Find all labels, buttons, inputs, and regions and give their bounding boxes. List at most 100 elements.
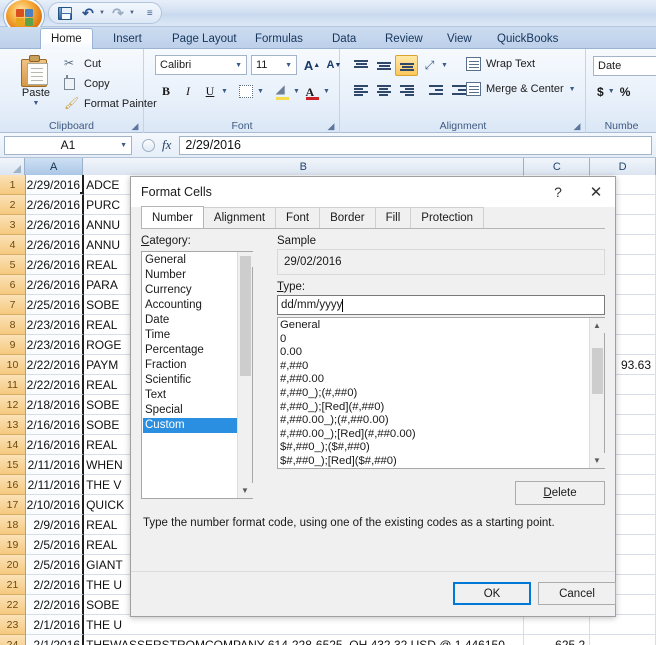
column-header-b[interactable]: B [83,158,525,175]
row-header[interactable]: 1 [0,175,26,195]
row-header[interactable]: 20 [0,555,26,575]
grid-cell-a[interactable]: 2/16/2016 [26,415,85,435]
scroll-down-icon[interactable]: ▼ [589,453,605,468]
merge-center-dropdown-icon[interactable]: ▼ [569,86,577,93]
type-item[interactable]: 0 [280,333,589,347]
grid-cell-a[interactable]: 2/26/2016 [26,195,85,215]
type-item[interactable]: #,##0.00_);[Red](#,##0.00) [280,428,589,442]
grid-cell-a[interactable]: 2/23/2016 [26,315,85,335]
cancel-button[interactable]: Cancel [538,582,616,605]
grid-cell-a[interactable]: 2/22/2016 [26,375,85,395]
category-item[interactable]: Accounting [143,298,237,313]
fill-color-dropdown-icon[interactable]: ▼ [293,88,301,95]
alignment-dialog-launcher-icon[interactable]: ◢ [572,121,582,131]
borders-button[interactable] [235,81,257,102]
cancel-formula-icon[interactable] [142,138,155,152]
wrap-text-button[interactable]: Wrap Text [466,57,535,71]
type-scrollbar[interactable]: ▲ ▼ [589,318,605,468]
align-bottom-button[interactable] [395,55,418,76]
redo-button[interactable]: ↷ [108,4,128,23]
grid-cell-a[interactable]: 2/5/2016 [26,535,85,555]
type-listbox[interactable]: General 0 0.00 #,##0 #,##0.00 #,##0_);(#,##0)… [277,317,605,469]
dialog-tab-fill[interactable]: Fill [374,207,412,228]
formula-input[interactable]: 2/29/2016 [179,135,652,155]
grid-cell-a[interactable]: 2/2/2016 [26,595,85,615]
category-item[interactable]: Scientific [143,373,237,388]
scroll-thumb[interactable] [591,348,603,394]
grid-cell-a[interactable]: 2/11/2016 [26,455,85,475]
bold-button[interactable]: B [155,81,177,102]
grid-cell-a[interactable]: 2/22/2016 [26,355,85,375]
grid-cell-a[interactable]: 2/26/2016 [26,215,85,235]
type-item[interactable]: #,##0_);[Red](#,##0) [280,401,589,415]
clipboard-dialog-launcher-icon[interactable]: ◢ [130,121,140,131]
category-item[interactable]: Number [143,268,237,283]
align-top-button[interactable] [349,55,372,76]
scroll-up-icon[interactable]: ▲ [589,318,605,333]
dialog-tab-alignment[interactable]: Alignment [202,207,277,228]
tab-home[interactable]: Home [40,28,93,49]
paste-dropdown-icon[interactable]: ▼ [33,100,40,107]
save-button[interactable] [55,4,75,23]
type-item[interactable]: $#,##0_);($#,##0) [280,441,589,455]
type-item[interactable]: 0.00 [280,346,589,360]
type-item[interactable]: #,##0.00 [280,373,589,387]
row-header[interactable]: 2 [0,195,26,215]
grid-cell-a[interactable]: 2/9/2016 [26,515,85,535]
tab-view[interactable]: View [437,29,482,49]
row-header[interactable]: 3 [0,215,26,235]
underline-button[interactable]: U [199,81,221,102]
orientation-button[interactable]: ⤢ [418,55,441,76]
row-header[interactable]: 14 [0,435,26,455]
type-item[interactable]: $#,##0_);[Red]($#,##0) [280,455,589,468]
fill-color-button[interactable] [271,81,293,102]
redo-dropdown-icon[interactable]: ▼ [129,10,135,16]
category-item[interactable]: Percentage [143,343,237,358]
ok-button[interactable]: OK [453,582,531,605]
paste-button[interactable]: Paste ▼ [10,53,62,115]
category-item[interactable]: Custom [143,418,237,433]
format-painter-button[interactable]: 🖌 Format Painter [64,94,157,113]
row-header[interactable]: 4 [0,235,26,255]
grid-cell-a[interactable]: 2/5/2016 [26,555,85,575]
grid-cell-a[interactable]: 2/25/2016 [26,295,85,315]
row-header[interactable]: 10 [0,355,26,375]
type-item[interactable]: #,##0_);(#,##0) [280,387,589,401]
category-item[interactable]: Date [143,313,237,328]
category-item[interactable]: Special [143,403,237,418]
delete-button[interactable]: Delete [515,481,605,505]
row-header[interactable]: 15 [0,455,26,475]
merge-center-button[interactable]: Merge & Center ▼ [466,82,577,96]
column-header-d[interactable]: D [590,158,656,175]
row-header[interactable]: 23 [0,615,26,635]
category-item[interactable]: General [143,253,237,268]
align-left-button[interactable] [349,80,372,101]
row-header[interactable]: 13 [0,415,26,435]
chevron-down-icon[interactable]: ▼ [120,142,127,149]
italic-button[interactable]: I [177,81,199,102]
grid-cell-a[interactable]: 2/26/2016 [26,255,85,275]
font-color-dropdown-icon[interactable]: ▼ [323,88,331,95]
column-header-a[interactable]: A [25,158,84,175]
type-input[interactable]: dd/mm/yyyy [277,295,605,315]
category-item[interactable]: Text [143,388,237,403]
currency-button[interactable]: $ [593,81,608,102]
orientation-dropdown-icon[interactable]: ▼ [441,62,449,69]
grid-cell-d[interactable] [590,615,656,635]
grid-cell-a[interactable]: 2/11/2016 [26,475,85,495]
grid-cell-c[interactable]: 625.2 [524,635,591,645]
grid-cell-a[interactable]: 2/18/2016 [26,395,85,415]
borders-dropdown-icon[interactable]: ▼ [257,88,265,95]
type-item[interactable]: #,##0 [280,360,589,374]
dialog-tab-number[interactable]: Number [141,206,204,228]
tab-review[interactable]: Review [375,29,433,49]
row-header[interactable]: 5 [0,255,26,275]
grid-cell-a[interactable]: 2/29/2016 [26,175,85,195]
row-header[interactable]: 18 [0,515,26,535]
close-button[interactable]: ✕ [577,178,615,206]
grid-cell-b[interactable]: THE U [84,615,525,635]
category-item[interactable]: Fraction [143,358,237,373]
grid-cell-a[interactable]: 2/1/2016 [26,635,85,645]
row-header[interactable]: 17 [0,495,26,515]
category-listbox[interactable]: General Number Currency Accounting Date Time P… [141,251,253,499]
